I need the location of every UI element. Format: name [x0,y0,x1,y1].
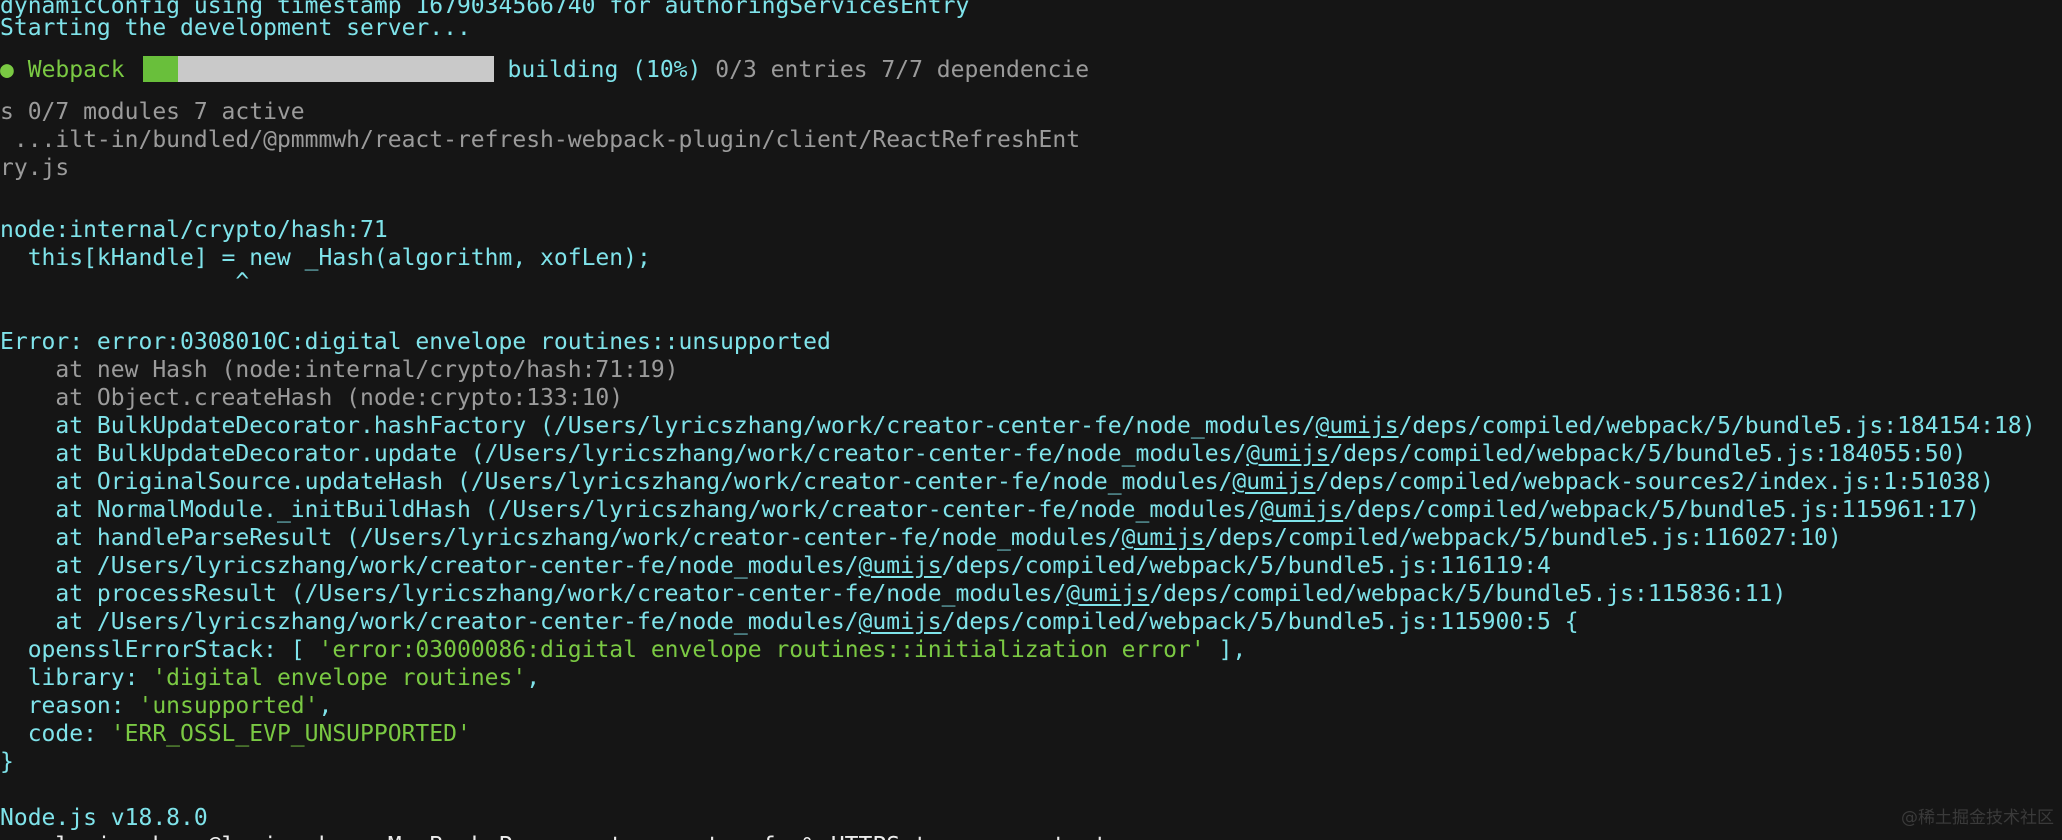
terminal-window[interactable]: dynamicConfig using timestamp 1679034566… [0,0,2062,840]
package-link[interactable]: @umijs [1260,497,1343,523]
package-link[interactable]: @umijs [859,609,942,635]
error-message: Error: error:0308010C:digital envelope r… [0,329,831,355]
progress-bar-fill [142,56,178,82]
package-link[interactable]: @umijs [1315,413,1398,439]
package-link[interactable]: @umijs [1122,525,1205,551]
prop-code: code: 'ERR_OSSL_EVP_UNSUPPORTED' [0,721,471,747]
stack-frame: at /Users/lyricszhang/work/creator-cente… [0,609,1579,635]
stack-frame-dim: at new Hash (node:internal/crypto/hash:7… [0,357,679,383]
bullet-icon: ● [0,57,14,83]
stack-frame: at handleParseResult (/Users/lyricszhang… [0,525,1842,551]
stack-frame: at BulkUpdateDecorator.update (/Users/ly… [0,441,1967,467]
shell-prompt[interactable]: ~ lyricszhang@lyricszhang-MacBook-Pro cr… [0,832,1108,840]
stack-frame: at OriginalSource.updateHash (/Users/lyr… [0,469,1995,495]
progress-bar [142,56,494,82]
prop-openssl-error-stack: opensslErrorStack: [ 'error:03000086:dig… [0,637,1247,663]
build-file-line-wrap: ry.js [0,155,70,181]
watermark: @稀土掘金技术社区 [1901,808,2054,828]
close-brace: } [0,749,14,775]
prop-library: library: 'digital envelope routines', [0,665,541,691]
prop-reason: reason: 'unsupported', [0,693,333,719]
package-link[interactable]: @umijs [859,553,942,579]
node-version: Node.js v18.8.0 [0,805,208,831]
stack-frame-dim: at Object.createHash (node:crypto:133:10… [0,385,624,411]
build-file-line: ...ilt-in/bundled/@pmmmwh/react-refresh-… [0,127,1081,153]
stack-frame: at processResult (/Users/lyricszhang/wor… [0,581,1787,607]
build-details-wrap: s 0/7 modules 7 active [0,99,305,125]
error-location: node:internal/crypto/hash:71 [0,217,388,243]
stack-frame: at BulkUpdateDecorator.hashFactory (/Use… [0,413,2036,439]
package-link[interactable]: @umijs [1066,581,1149,607]
build-details: 0/3 entries 7/7 dependencie [715,57,1090,83]
stack-frame: at /Users/lyricszhang/work/creator-cente… [0,553,1551,579]
webpack-label: Webpack [27,57,125,83]
build-status: building (10%) [507,57,702,83]
package-link[interactable]: @umijs [1246,441,1329,467]
webpack-progress-line: ● Webpack building (10%) 0/3 entries 7/7… [0,56,1089,84]
starting-line: Starting the development server... [0,15,471,41]
error-caret: ^ [0,269,250,295]
package-link[interactable]: @umijs [1232,469,1315,495]
stack-frame: at NormalModule._initBuildHash (/Users/l… [0,497,1981,523]
